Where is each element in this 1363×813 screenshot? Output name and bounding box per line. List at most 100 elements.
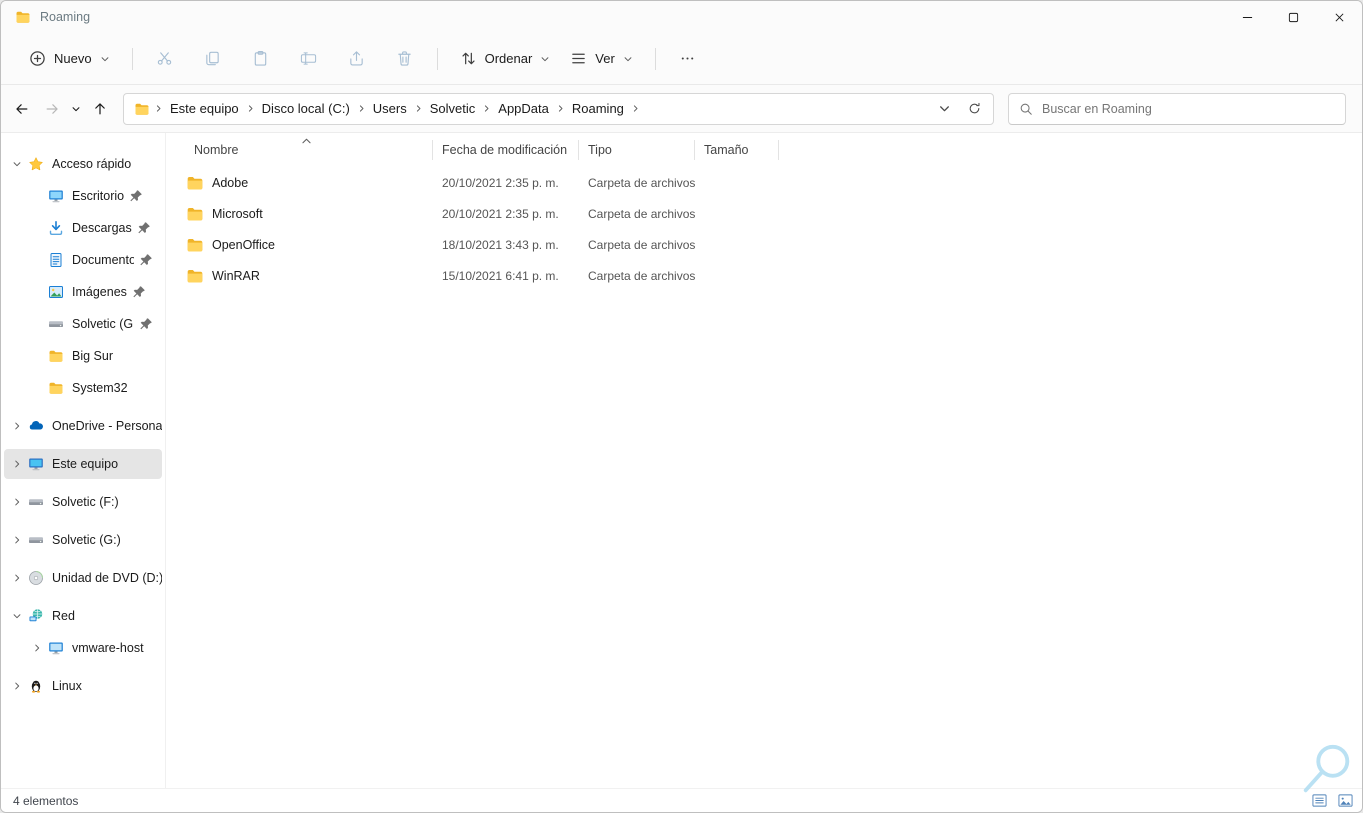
back-button[interactable] <box>7 95 37 123</box>
sidebar-item-descargas[interactable]: Descargas <box>4 213 162 243</box>
sort-button[interactable]: Ordenar <box>450 42 561 76</box>
sidebar-item-este-equipo[interactable]: Este equipo <box>4 449 162 479</box>
scissors-icon <box>156 50 173 67</box>
file-row-microsoft[interactable]: Microsoft 20/10/2021 2:35 p. m. Carpeta de… <box>180 198 1362 229</box>
onedrive-icon <box>28 418 44 434</box>
chevron-right-icon[interactable] <box>10 679 24 693</box>
sidebar-item-documentos[interactable]: Documentos <box>4 245 162 275</box>
chevron-right-icon[interactable] <box>30 641 44 655</box>
sidebar-item-label: Big Sur <box>72 349 113 363</box>
rename-button[interactable] <box>289 42 329 76</box>
breadcrumb-chevron-icon[interactable] <box>154 104 163 113</box>
chevron-right-icon[interactable] <box>10 457 24 471</box>
sidebar-item-vmware-host[interactable]: vmware-host <box>4 633 162 663</box>
main-area: Acceso rápido Escritorio Descargas Document… <box>1 133 1362 788</box>
chevron-down-icon[interactable] <box>10 609 24 623</box>
column-header-label: Tipo <box>588 143 612 157</box>
chevron-down-icon[interactable] <box>10 157 24 171</box>
sidebar-item-solvetic-g[interactable]: Solvetic (G:) <box>4 309 162 339</box>
copy-button[interactable] <box>193 42 233 76</box>
sidebar-item-im-genes[interactable]: Imágenes <box>4 277 162 307</box>
file-row-openoffice[interactable]: OpenOffice 18/10/2021 3:43 p. m. Carpeta d… <box>180 229 1362 260</box>
sidebar-item-label: Descargas <box>72 221 132 235</box>
sidebar-item-solvetic-f[interactable]: Solvetic (F:) <box>4 487 162 517</box>
search-input[interactable] <box>1042 101 1335 116</box>
recent-locations-button[interactable] <box>67 95 85 123</box>
file-row-winrar[interactable]: WinRAR 15/10/2021 6:41 p. m. Carpeta de ar… <box>180 260 1362 291</box>
window-controls <box>1224 1 1362 33</box>
explorer-window: Roaming Nuevo Ordenar Ver Este equipo Di… <box>0 0 1363 813</box>
column-header-tama-o[interactable]: Tamaño <box>695 133 779 167</box>
view-button[interactable]: Ver <box>560 42 643 76</box>
sidebar-item-escritorio[interactable]: Escritorio <box>4 181 162 211</box>
forward-button[interactable] <box>37 95 67 123</box>
linux-icon <box>28 678 44 694</box>
folder-icon <box>186 205 204 223</box>
column-header-nombre[interactable]: Nombre <box>180 133 433 167</box>
close-button[interactable] <box>1316 1 1362 33</box>
sidebar-item-unidad-de-dvd-d[interactable]: Unidad de DVD (D:) <box>4 563 162 593</box>
sidebar-item-label: Unidad de DVD (D:) <box>52 571 162 585</box>
chevron-down-icon <box>623 54 633 64</box>
chevron-right-icon[interactable] <box>10 533 24 547</box>
cut-button[interactable] <box>145 42 185 76</box>
thumbnails-view-button[interactable] <box>1334 791 1356 811</box>
file-row-adobe[interactable]: Adobe 20/10/2021 2:35 p. m. Carpeta de arc… <box>180 167 1362 198</box>
minimize-button[interactable] <box>1224 1 1270 33</box>
breadcrumb-item-users[interactable]: Users <box>366 97 414 120</box>
file-name-cell: WinRAR <box>180 267 433 285</box>
share-button[interactable] <box>337 42 377 76</box>
search-icon <box>1019 102 1033 116</box>
sidebar-item-solvetic-g[interactable]: Solvetic (G:) <box>4 525 162 555</box>
address-dropdown-button[interactable] <box>929 96 959 122</box>
address-bar: Este equipo Disco local (C:) Users Solvetic… <box>1 85 1362 133</box>
sidebar-item-linux[interactable]: Linux <box>4 671 162 701</box>
breadcrumb-item-solvetic[interactable]: Solvetic <box>423 97 483 120</box>
breadcrumb-item-roaming[interactable]: Roaming <box>565 97 631 120</box>
documents-icon <box>48 252 64 268</box>
column-header-tipo[interactable]: Tipo <box>579 133 695 167</box>
sidebar-item-big-sur[interactable]: Big Sur <box>4 341 162 371</box>
breadcrumb-chevron-icon[interactable] <box>556 104 565 113</box>
view-button-label: Ver <box>595 51 615 66</box>
breadcrumb-item-este-equipo[interactable]: Este equipo <box>163 97 246 120</box>
refresh-button[interactable] <box>959 96 989 122</box>
breadcrumb-chevron-icon[interactable] <box>357 104 366 113</box>
pin-icon <box>136 220 152 236</box>
sidebar-item-acceso-r-pido[interactable]: Acceso rápido <box>4 149 162 179</box>
drive-icon <box>28 532 44 548</box>
chevron-right-icon[interactable] <box>10 419 24 433</box>
file-modified: 20/10/2021 2:35 p. m. <box>442 175 559 190</box>
delete-button[interactable] <box>385 42 425 76</box>
breadcrumb-chevron-icon[interactable] <box>246 104 255 113</box>
file-name-cell: Adobe <box>180 174 433 192</box>
breadcrumb-item-appdata[interactable]: AppData <box>491 97 556 120</box>
desktop-icon <box>48 188 64 204</box>
chevron-right-icon[interactable] <box>10 571 24 585</box>
more-options-button[interactable] <box>668 42 708 76</box>
sidebar-item-onedrive-personal[interactable]: OneDrive - Personal <box>4 411 162 441</box>
sidebar-item-system32[interactable]: System32 <box>4 373 162 403</box>
column-header-fecha-de-modificaci-n[interactable]: Fecha de modificación <box>433 133 579 167</box>
folder-icon <box>48 348 64 364</box>
sidebar-item-red[interactable]: Red <box>4 601 162 631</box>
file-type: Carpeta de archivos <box>588 268 696 283</box>
maximize-button[interactable] <box>1270 1 1316 33</box>
breadcrumb-chevron-icon[interactable] <box>482 104 491 113</box>
breadcrumb-item-disco-local-c[interactable]: Disco local (C:) <box>255 97 357 120</box>
dvd-icon <box>28 570 44 586</box>
breadcrumb-chevron-icon[interactable] <box>631 104 640 113</box>
file-name: Adobe <box>212 175 249 190</box>
chevron-right-icon[interactable] <box>10 495 24 509</box>
sidebar-item-label: System32 <box>72 381 128 395</box>
details-view-button[interactable] <box>1308 791 1330 811</box>
file-name: OpenOffice <box>212 237 276 252</box>
breadcrumb-chevron-icon[interactable] <box>414 104 423 113</box>
paste-button[interactable] <box>241 42 281 76</box>
new-button[interactable]: Nuevo <box>19 42 120 76</box>
up-button[interactable] <box>85 95 115 123</box>
